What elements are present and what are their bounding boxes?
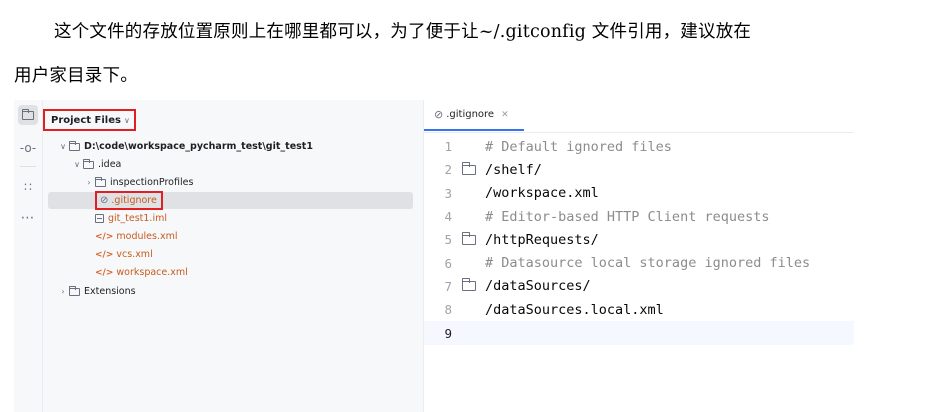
tree-row[interactable]: </> workspace.xml (43, 264, 423, 281)
tree-row[interactable]: </> vcs.xml (43, 246, 423, 263)
project-panel-header: Project Files ∨ (43, 108, 136, 132)
ide-screenshot: -o- ∷ ⋯ Project Files ∨ ∨ D:\code\workspa… (14, 100, 854, 412)
tree-item-label: .gitignore (111, 195, 157, 206)
tree-item-label: workspace.xml (116, 267, 188, 278)
structure-icon[interactable]: ∷ (18, 177, 38, 197)
tab-label: .gitignore (446, 109, 495, 120)
xml-file-icon: </> (95, 249, 114, 260)
chevron-right-icon[interactable]: › (57, 287, 69, 296)
gutter (452, 161, 485, 175)
folder-icon (95, 176, 106, 187)
code-comment: # Editor-based HTTP Client requests (485, 208, 770, 225)
code-comment: # Datasource local storage ignored files (485, 255, 811, 272)
ignore-file-icon: ⊘ (100, 195, 109, 206)
code-line[interactable]: 2/shelf/ (424, 158, 854, 181)
line-number: 2 (444, 162, 452, 178)
active-tab-indicator (424, 129, 524, 131)
project-panel: Project Files ∨ ∨ D:\code\workspace_pycha… (43, 100, 423, 412)
code-text: /dataSources.local.xml (485, 301, 664, 318)
line-number: 6 (444, 255, 452, 271)
code-text: /dataSources/ (485, 278, 591, 295)
code-line[interactable]: 1 # Default ignored files (424, 135, 854, 158)
code-line[interactable]: 8/dataSources.local.xml (424, 298, 854, 321)
folder-icon (69, 140, 80, 151)
chevron-down-icon[interactable]: ∨ (57, 142, 69, 151)
editor-pane: ⊘ .gitignore ✕ 1 # Default ignored files 2… (423, 100, 854, 412)
paragraph-line-1: 这个文件的存放位置原则上在哪里都可以，为了便于让~/.gitconfig 文件引… (54, 22, 752, 42)
line-number: 9 (444, 325, 452, 341)
tree-row[interactable]: ∨ D:\code\workspace_pycharm_test\git_test… (43, 138, 423, 155)
gutter (452, 231, 485, 245)
highlight-box: ⊘ .gitignore (95, 191, 163, 210)
line-number: 7 (444, 278, 452, 294)
project-files-label: Project Files (51, 114, 121, 126)
tree-item-label: .idea (98, 159, 122, 170)
code-line[interactable]: 3/workspace.xml (424, 182, 854, 205)
commit-icon[interactable]: -o- (18, 138, 38, 158)
module-file-icon (95, 214, 104, 223)
more-icon[interactable]: ⋯ (18, 208, 38, 228)
chevron-down-icon: ∨ (123, 115, 130, 125)
code-line[interactable]: 4 # Editor-based HTTP Client requests (424, 205, 854, 228)
folder-icon[interactable] (461, 278, 476, 292)
tree-row[interactable]: › inspectionProfiles (43, 174, 423, 191)
line-number: 4 (444, 209, 452, 225)
chevron-down-icon[interactable]: ∨ (71, 160, 83, 169)
editor-tab-bar: ⊘ .gitignore ✕ (424, 100, 854, 133)
tab-gitignore[interactable]: ⊘ .gitignore ✕ (434, 108, 509, 121)
tree-item-label: vcs.xml (116, 249, 153, 260)
folder-icon[interactable] (461, 161, 476, 175)
code-text: /shelf/ (485, 161, 542, 178)
tool-window-strip: -o- ∷ ⋯ (14, 100, 43, 412)
project-files-dropdown[interactable]: Project Files ∨ (43, 109, 136, 131)
paragraph-line-2: 用户家目录下。 (14, 66, 138, 86)
code-line[interactable]: 5/httpRequests/ (424, 228, 854, 251)
tree-row[interactable]: ∨ .idea (43, 156, 423, 173)
code-text: /workspace.xml (485, 185, 599, 202)
line-number: 1 (444, 139, 452, 155)
close-icon[interactable]: ✕ (501, 110, 509, 120)
code-line[interactable]: 6 # Datasource local storage ignored file… (424, 252, 854, 275)
tree-item-label: modules.xml (116, 231, 178, 242)
code-comment: # Default ignored files (485, 138, 672, 155)
ignore-file-icon: ⊘ (434, 108, 444, 121)
chevron-right-icon[interactable]: › (83, 178, 95, 187)
tree-row[interactable]: › Extensions (43, 283, 423, 300)
code-text: /httpRequests/ (485, 231, 599, 248)
code-line[interactable]: 7/dataSources/ (424, 275, 854, 298)
folder-icon (83, 158, 94, 169)
tree-item-label: inspectionProfiles (110, 177, 194, 188)
tool-separator (20, 166, 36, 167)
line-number: 8 (444, 302, 452, 318)
tree-item-label: git_test1.iml (108, 213, 167, 224)
tree-row[interactable]: ⊘ .gitignore (48, 191, 413, 210)
gutter (452, 278, 485, 292)
xml-file-icon: </> (95, 267, 114, 278)
folder-icon[interactable] (18, 105, 38, 125)
folder-icon (69, 285, 80, 296)
code-line[interactable]: 9 (424, 321, 854, 345)
folder-icon[interactable] (461, 231, 476, 245)
line-number: 5 (444, 232, 452, 248)
tree-item-label: D:\code\workspace_pycharm_test\git_test1 (84, 141, 313, 152)
line-number: 3 (444, 185, 452, 201)
tree-row[interactable]: git_test1.iml (43, 210, 423, 227)
xml-file-icon: </> (95, 231, 114, 242)
tree-item-label: Extensions (84, 286, 136, 297)
tree-row[interactable]: </> modules.xml (43, 228, 423, 245)
